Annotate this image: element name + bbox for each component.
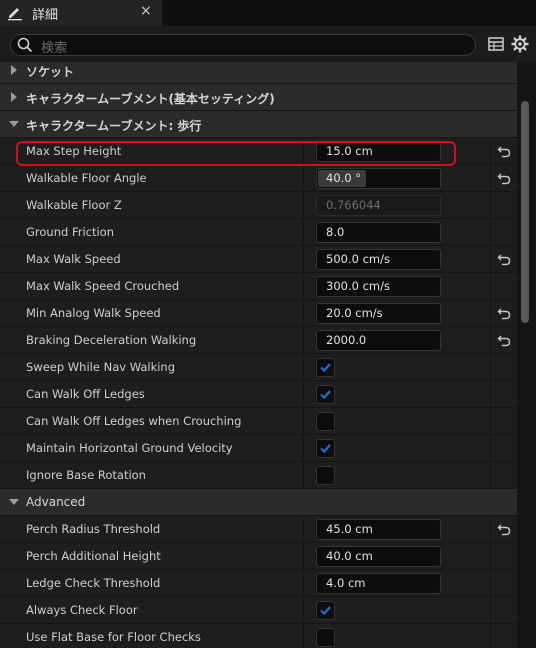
checkmark-icon: [320, 606, 331, 616]
checkbox[interactable]: [316, 466, 335, 485]
reset-to-default-icon[interactable]: [497, 306, 511, 320]
property-row-can-walk-off-ledges-crouching: Can Walk Off Ledges when Crouching: [0, 408, 517, 435]
checkbox[interactable]: [316, 358, 335, 377]
property-label: Max Walk Speed Crouched: [26, 279, 180, 293]
property-label: Ledge Check Threshold: [26, 576, 161, 590]
collapse-arrow-icon[interactable]: [9, 497, 19, 507]
search-icon: [17, 37, 33, 53]
property-row-walkable-floor-angle: Walkable Floor Angle 40.0 °: [0, 165, 517, 192]
tab-bar: 詳細 ×: [0, 0, 536, 26]
property-label: Ground Friction: [26, 225, 115, 239]
expand-arrow-icon[interactable]: [9, 92, 19, 102]
field-value: 2000.0: [326, 333, 367, 347]
property-row-always-check-floor: Always Check Floor: [0, 597, 517, 624]
table-view-icon[interactable]: [487, 35, 505, 53]
property-row-braking-deceleration-walking: Braking Deceleration Walking 2000.0: [0, 327, 517, 354]
category-label: キャラクタームーブメント: 歩行: [26, 119, 202, 133]
category-label: キャラクタームーブメント(基本セッティング): [26, 92, 275, 106]
property-row-ignore-base-rotation: Ignore Base Rotation: [0, 462, 517, 489]
field-value: 4.0 cm: [326, 576, 366, 590]
property-row-ground-friction: Ground Friction 8.0: [0, 219, 517, 246]
checkmark-icon: [320, 390, 331, 400]
property-label: Use Flat Base for Floor Checks: [26, 630, 201, 644]
tab-title: 詳細: [32, 8, 59, 23]
field-value: 45.0 cm: [326, 522, 373, 536]
property-row-sweep-while-nav-walking: Sweep While Nav Walking: [0, 354, 517, 381]
field-value: 40.0 °: [326, 171, 362, 185]
toolbar: 検索: [0, 26, 536, 62]
category-movement-basic[interactable]: キャラクタームーブメント(基本セッティング): [0, 84, 517, 111]
category-advanced[interactable]: Advanced: [0, 489, 517, 516]
checkbox[interactable]: [316, 385, 335, 404]
property-row-max-walk-speed: Max Walk Speed 500.0 cm/s: [0, 246, 517, 273]
details-pencil-icon: [8, 8, 22, 21]
property-label: Always Check Floor: [26, 603, 138, 617]
perch-radius-threshold-input[interactable]: 45.0 cm: [316, 519, 441, 540]
search-input[interactable]: 検索: [10, 34, 476, 56]
braking-deceleration-walking-input[interactable]: 2000.0: [316, 330, 441, 351]
category-label: ソケット: [26, 65, 75, 79]
property-label: Braking Deceleration Walking: [26, 333, 197, 347]
property-label: Sweep While Nav Walking: [26, 360, 176, 374]
property-label: Min Analog Walk Speed: [26, 306, 161, 320]
checkbox[interactable]: [316, 439, 335, 458]
property-label: Max Walk Speed: [26, 252, 121, 266]
field-value: 500.0 cm/s: [326, 252, 390, 266]
field-value: 300.0 cm/s: [326, 279, 390, 293]
reset-to-default-icon[interactable]: [497, 171, 511, 185]
property-label: Ignore Base Rotation: [26, 468, 146, 482]
property-label: Walkable Floor Angle: [26, 171, 147, 185]
details-panel: ソケット キャラクタームーブメント(基本セッティング) キャラクタームーブメント…: [0, 62, 517, 648]
walkable-floor-z-field: 0.766044: [316, 195, 441, 216]
expand-arrow-icon[interactable]: [9, 65, 19, 75]
checkmark-icon: [320, 444, 331, 454]
field-value: 0.766044: [326, 198, 381, 212]
property-row-max-walk-speed-crouched: Max Walk Speed Crouched 300.0 cm/s: [0, 273, 517, 300]
ground-friction-input[interactable]: 8.0: [316, 222, 441, 243]
perch-additional-height-input[interactable]: 40.0 cm: [316, 546, 441, 567]
max-walk-speed-input[interactable]: 500.0 cm/s: [316, 249, 441, 270]
reset-to-default-icon[interactable]: [497, 522, 511, 536]
property-label: Maintain Horizontal Ground Velocity: [26, 441, 233, 455]
property-row-ledge-check-threshold: Ledge Check Threshold 4.0 cm: [0, 570, 517, 597]
settings-gear-icon[interactable]: [511, 35, 529, 53]
ledge-check-threshold-input[interactable]: 4.0 cm: [316, 573, 441, 594]
property-label: Perch Additional Height: [26, 549, 161, 563]
property-row-perch-additional-height: Perch Additional Height 40.0 cm: [0, 543, 517, 570]
checkbox[interactable]: [316, 412, 335, 431]
reset-to-default-icon[interactable]: [497, 333, 511, 347]
reset-to-default-icon[interactable]: [497, 144, 511, 158]
checkbox[interactable]: [316, 601, 335, 620]
property-row-can-walk-off-ledges: Can Walk Off Ledges: [0, 381, 517, 408]
field-value: 8.0: [326, 225, 345, 239]
category-socket[interactable]: ソケット: [0, 62, 517, 84]
max-walk-speed-crouched-input[interactable]: 300.0 cm/s: [316, 276, 441, 297]
close-icon[interactable]: ×: [140, 3, 152, 19]
property-row-perch-radius-threshold: Perch Radius Threshold 45.0 cm: [0, 516, 517, 543]
reset-to-default-icon[interactable]: [497, 252, 511, 266]
field-value: 20.0 cm/s: [326, 306, 383, 320]
scrollbar-thumb[interactable]: [521, 101, 529, 323]
search-placeholder: 検索: [41, 41, 68, 56]
property-label: Can Walk Off Ledges when Crouching: [26, 414, 242, 428]
checkmark-icon: [320, 363, 331, 373]
category-label: Advanced: [26, 495, 86, 509]
highlight-outline: [16, 141, 456, 166]
property-label: Perch Radius Threshold: [26, 522, 161, 536]
property-row-walkable-floor-z: Walkable Floor Z 0.766044: [0, 192, 517, 219]
property-row-maintain-horizontal-ground-velocity: Maintain Horizontal Ground Velocity: [0, 435, 517, 462]
property-row-min-analog-walk-speed: Min Analog Walk Speed 20.0 cm/s: [0, 300, 517, 327]
tab-details[interactable]: 詳細 ×: [0, 0, 162, 26]
field-value: 40.0 cm: [326, 549, 373, 563]
property-label: Walkable Floor Z: [26, 198, 122, 212]
walkable-floor-angle-slider[interactable]: 40.0 °: [316, 168, 441, 189]
category-movement-walking[interactable]: キャラクタームーブメント: 歩行: [0, 111, 517, 138]
min-analog-walk-speed-input[interactable]: 20.0 cm/s: [316, 303, 441, 324]
checkbox[interactable]: [316, 628, 335, 647]
property-row-use-flat-base-for-floor-checks: Use Flat Base for Floor Checks: [0, 624, 517, 648]
collapse-arrow-icon[interactable]: [9, 119, 19, 129]
property-label: Can Walk Off Ledges: [26, 387, 145, 401]
